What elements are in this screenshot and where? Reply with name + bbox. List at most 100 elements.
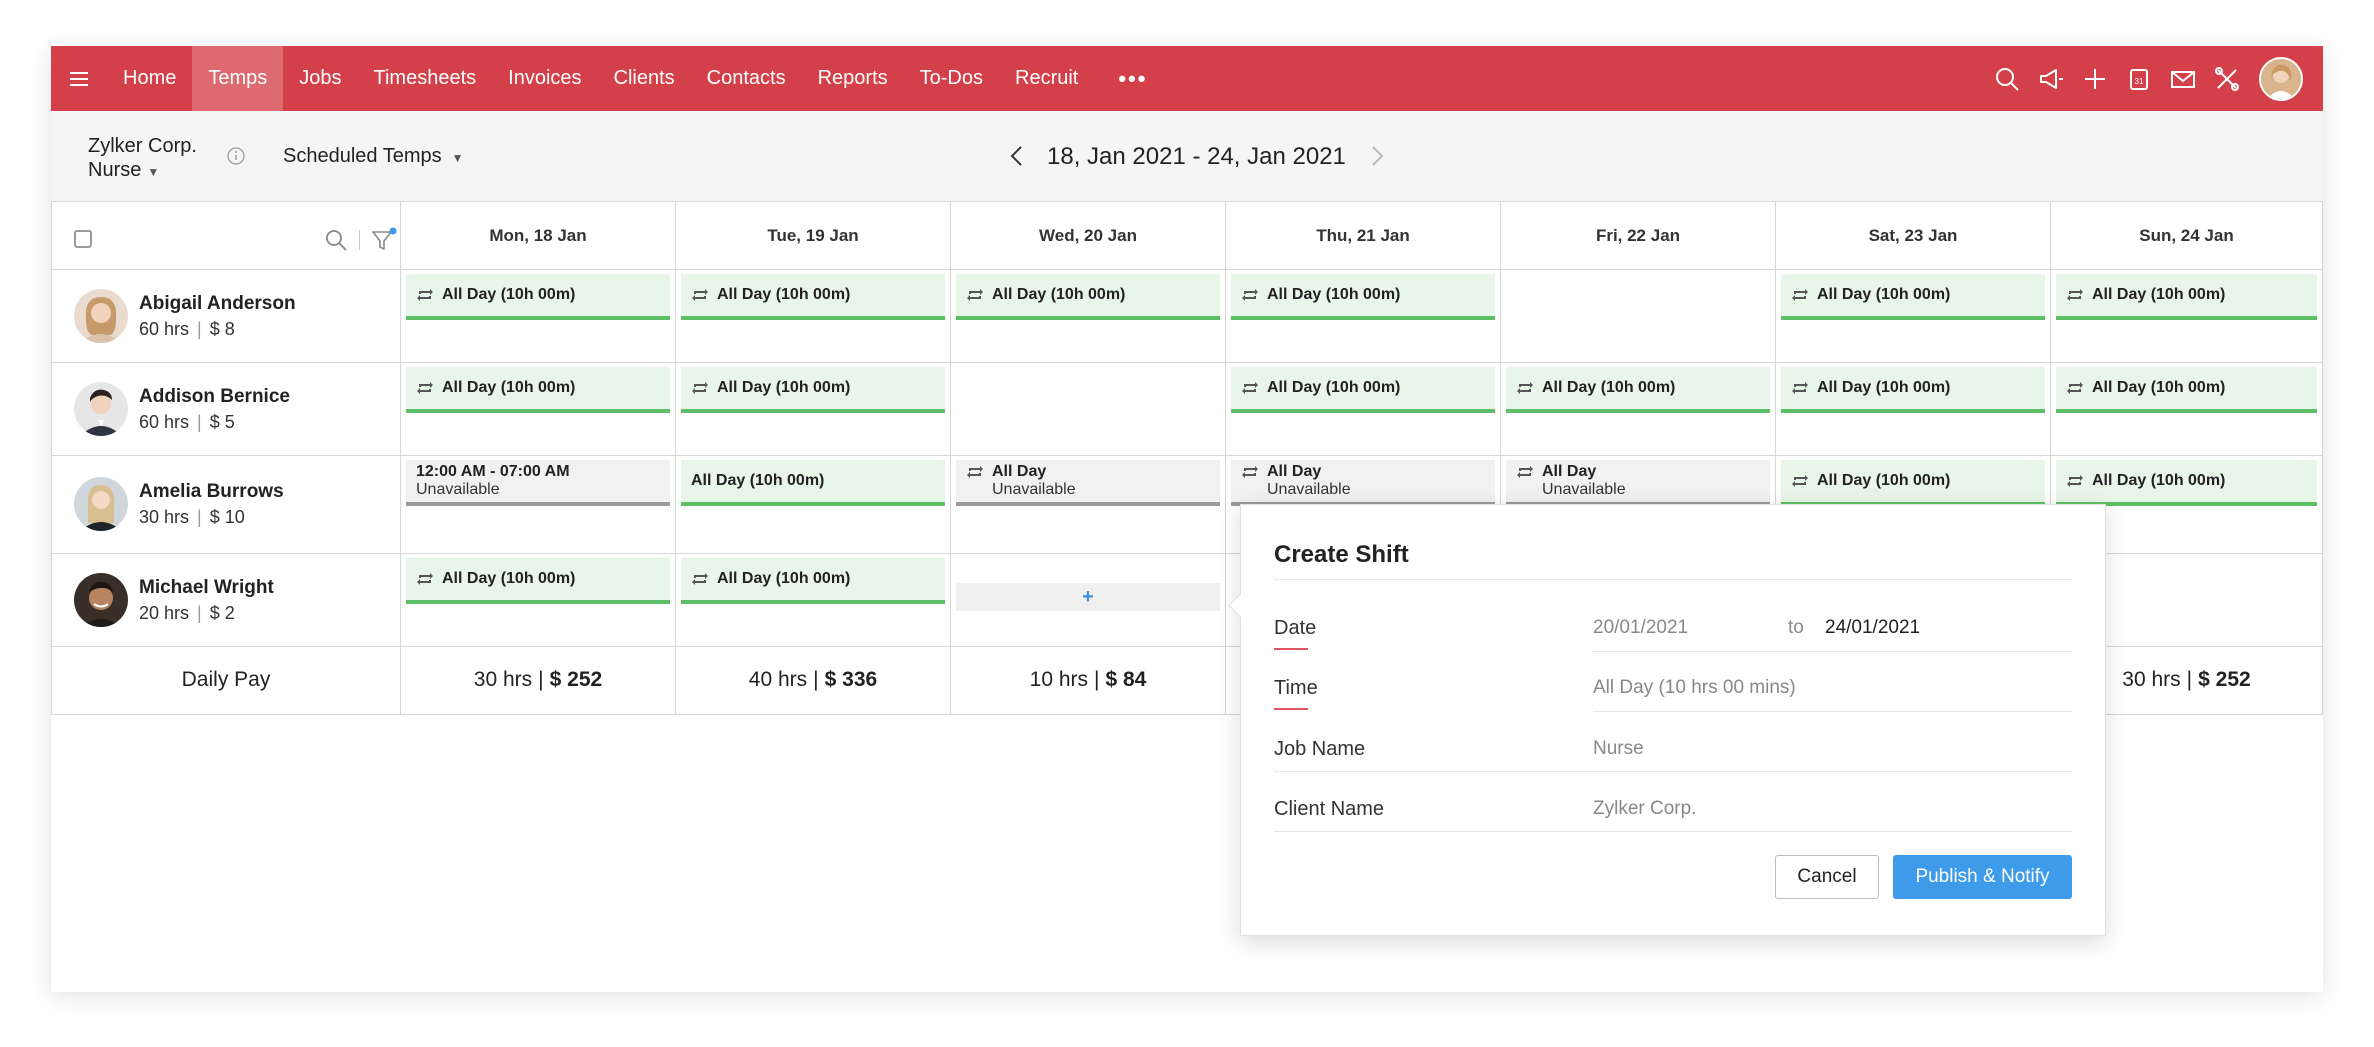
temp-info[interactable]: Amelia Burrows 30 hrs | $ 10 [51,455,401,553]
daily-pay-cell: 40 hrs | $ 336 [676,646,951,714]
day-cell[interactable]: All Day (10h 00m) [1501,362,1776,455]
prev-week-icon[interactable] [1007,143,1027,169]
shift-block[interactable]: All Day (10h 00m) [2056,367,2317,413]
shift-label: All Day (10h 00m) [2092,286,2226,303]
menu-icon[interactable] [51,46,107,111]
nav-item-jobs[interactable]: Jobs [283,46,357,111]
shift-block[interactable]: All Day (10h 00m) [681,558,945,604]
date-from-field[interactable]: 20/01/2021 [1593,617,1688,639]
divider [1274,831,2072,832]
shift-block[interactable]: All Day (10h 00m) [681,460,945,506]
time-field[interactable]: All Day (10 hrs 00 mins) [1593,677,1796,699]
info-icon[interactable] [227,147,245,165]
day-cell[interactable]: All Day (10h 00m) [1776,362,2051,455]
temp-name[interactable]: Abigail Anderson [139,293,296,315]
day-cell[interactable] [1501,269,1776,362]
day-cell[interactable]: All Day (10h 00m) [1776,269,2051,362]
day-cell[interactable]: All Day (10h 00m) [401,269,676,362]
nav-item-recruit[interactable]: Recruit [999,46,1094,111]
shift-block[interactable]: All Day (10h 00m) [681,274,945,320]
shift-block[interactable]: All Day (10h 00m) [406,367,670,413]
select-all-checkbox[interactable] [74,230,92,248]
day-cell[interactable]: All Day (10h 00m) [1226,269,1501,362]
shift-block[interactable]: All Day (10h 00m) [406,558,670,604]
daily-pay-cell: 30 hrs | $ 252 [401,646,676,714]
temp-info[interactable]: Michael Wright 20 hrs | $ 2 [51,553,401,646]
nav-item-to-dos[interactable]: To-Dos [904,46,999,111]
time-label: Time [1274,677,1318,699]
shift-block[interactable]: All Day (10h 00m) [406,274,670,320]
search-icon[interactable] [1985,46,2029,111]
pay-amount: $ 84 [1105,668,1147,691]
unavailable-block[interactable]: All Day Unavailable [1506,460,1770,506]
unavailable-block[interactable]: All Day Unavailable [1231,460,1495,506]
svg-text:31: 31 [2135,77,2144,86]
pay-amount: $ 252 [2198,668,2251,691]
repeat-icon [1792,289,1808,301]
nav-item-reports[interactable]: Reports [802,46,904,111]
day-cell[interactable]: + [951,553,1226,646]
shift-block[interactable]: All Day (10h 00m) [2056,460,2317,506]
day-cell[interactable]: All Day (10h 00m) [2051,362,2323,455]
nav-item-contacts[interactable]: Contacts [691,46,802,111]
job-name-field[interactable]: Nurse [1593,738,1644,760]
shift-block[interactable]: All Day (10h 00m) [1506,367,1770,413]
day-cell[interactable]: All Day (10h 00m) [1226,362,1501,455]
day-cell[interactable]: 12:00 AM - 07:00 AM Unavailable [401,455,676,553]
job-selector[interactable]: Nurse ▼ [88,159,159,182]
nav-item-timesheets[interactable]: Timesheets [358,46,493,111]
day-cell[interactable]: All Day (10h 00m) [676,362,951,455]
date-to-field[interactable]: 24/01/2021 [1825,617,1920,639]
shift-block[interactable]: All Day (10h 00m) [2056,274,2317,320]
calendar-icon[interactable]: 31 [2117,46,2161,111]
day-header: Fri, 22 Jan [1501,202,1776,269]
unavailable-block[interactable]: 12:00 AM - 07:00 AM Unavailable [406,460,670,506]
shift-block[interactable]: All Day (10h 00m) [1231,274,1495,320]
client-name: Zylker Corp. [88,135,197,157]
divider [1274,579,2072,580]
shift-block[interactable]: All Day (10h 00m) [1781,367,2045,413]
client-name-field[interactable]: Zylker Corp. [1593,798,1696,820]
shift-block[interactable]: All Day (10h 00m) [956,274,1220,320]
temp-info[interactable]: Addison Bernice 60 hrs | $ 5 [51,362,401,455]
nav-item-temps[interactable]: Temps [192,46,284,111]
day-cell[interactable]: All Day (10h 00m) [401,553,676,646]
pay-hours: 30 hrs [2122,668,2181,691]
nav-item-home[interactable]: Home [107,46,192,111]
day-cell[interactable]: All Day (10h 00m) [676,269,951,362]
day-cell[interactable]: All Day (10h 00m) [951,269,1226,362]
filter-icon[interactable] [370,226,398,254]
temp-name[interactable]: Addison Bernice [139,386,290,408]
publish-notify-button[interactable]: Publish & Notify [1893,855,2072,899]
day-cell[interactable]: All Day (10h 00m) [676,455,951,553]
day-header: Sat, 23 Jan [1776,202,2051,269]
megaphone-icon[interactable] [2029,46,2073,111]
tools-icon[interactable] [2205,46,2249,111]
temp-info[interactable]: Abigail Anderson 60 hrs | $ 8 [51,269,401,362]
user-avatar[interactable] [2259,56,2303,101]
day-cell[interactable]: All Day (10h 00m) [2051,269,2323,362]
day-cell[interactable] [951,362,1226,455]
repeat-icon [2067,475,2083,487]
day-cell[interactable]: All Day (10h 00m) [676,553,951,646]
view-selector[interactable]: Scheduled Temps ▼ [283,145,464,168]
shift-block[interactable]: All Day (10h 00m) [1781,274,2045,320]
more-menu-button[interactable]: ••• [1094,66,1171,92]
temp-name[interactable]: Michael Wright [139,577,274,599]
shift-block[interactable]: All Day (10h 00m) [1231,367,1495,413]
nav-item-clients[interactable]: Clients [598,46,691,111]
shift-block[interactable]: All Day (10h 00m) [1781,460,2045,506]
mail-icon[interactable] [2161,46,2205,111]
day-cell[interactable]: All Day (10h 00m) [401,362,676,455]
shift-block[interactable]: All Day (10h 00m) [681,367,945,413]
cancel-button[interactable]: Cancel [1775,855,1879,899]
day-cell[interactable]: All Day Unavailable [951,455,1226,553]
add-shift-button[interactable]: + [956,583,1220,611]
repeat-icon [417,289,433,301]
unavailable-block[interactable]: All Day Unavailable [956,460,1220,506]
search-icon[interactable] [324,228,348,252]
temp-name[interactable]: Amelia Burrows [139,481,284,503]
next-week-icon[interactable] [1367,143,1387,169]
nav-item-invoices[interactable]: Invoices [492,46,597,111]
plus-icon[interactable] [2073,46,2117,111]
